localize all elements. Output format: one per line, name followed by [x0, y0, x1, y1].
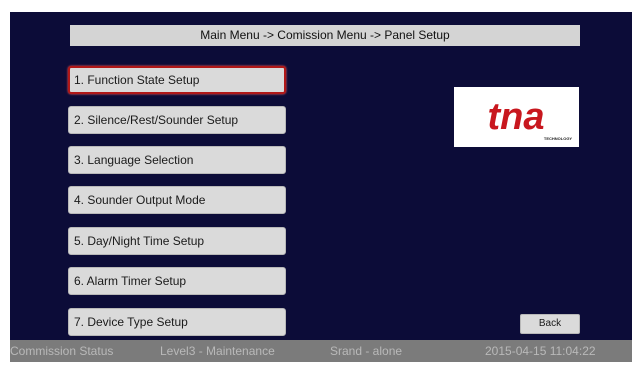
- menu-item-alarm-timer-setup[interactable]: 6. Alarm Timer Setup: [68, 267, 286, 295]
- device-bezel: Main Menu -> Comission Menu -> Panel Set…: [0, 0, 643, 365]
- menu-item-day-night-time-setup[interactable]: 5. Day/Night Time Setup: [68, 227, 286, 255]
- menu-item-language-selection[interactable]: 3. Language Selection: [68, 146, 286, 174]
- status-bar: Commission Status Level3 - Maintenance S…: [10, 340, 632, 362]
- tna-logo: tna TECHNOLOGY: [454, 87, 579, 147]
- status-datetime: 2015-04-15 11:04:22: [485, 344, 596, 358]
- status-operation-mode: Srand - alone: [330, 344, 403, 358]
- status-mode: Commission Status: [10, 344, 114, 358]
- menu-item-device-type-setup[interactable]: 7. Device Type Setup: [68, 308, 286, 336]
- breadcrumb: Main Menu -> Comission Menu -> Panel Set…: [70, 25, 580, 46]
- status-access-level: Level3 - Maintenance: [160, 344, 275, 358]
- logo-brand: tna: [488, 96, 545, 138]
- menu-item-silence-rest-sounder-setup[interactable]: 2. Silence/Rest/Sounder Setup: [68, 106, 286, 134]
- menu-item-sounder-output-mode[interactable]: 4. Sounder Output Mode: [68, 186, 286, 214]
- logo-tagline: TECHNOLOGY: [544, 136, 573, 141]
- menu-item-function-state-setup[interactable]: 1. Function State Setup: [68, 66, 286, 94]
- panel-screen: Main Menu -> Comission Menu -> Panel Set…: [10, 12, 632, 340]
- back-button[interactable]: Back: [520, 314, 580, 334]
